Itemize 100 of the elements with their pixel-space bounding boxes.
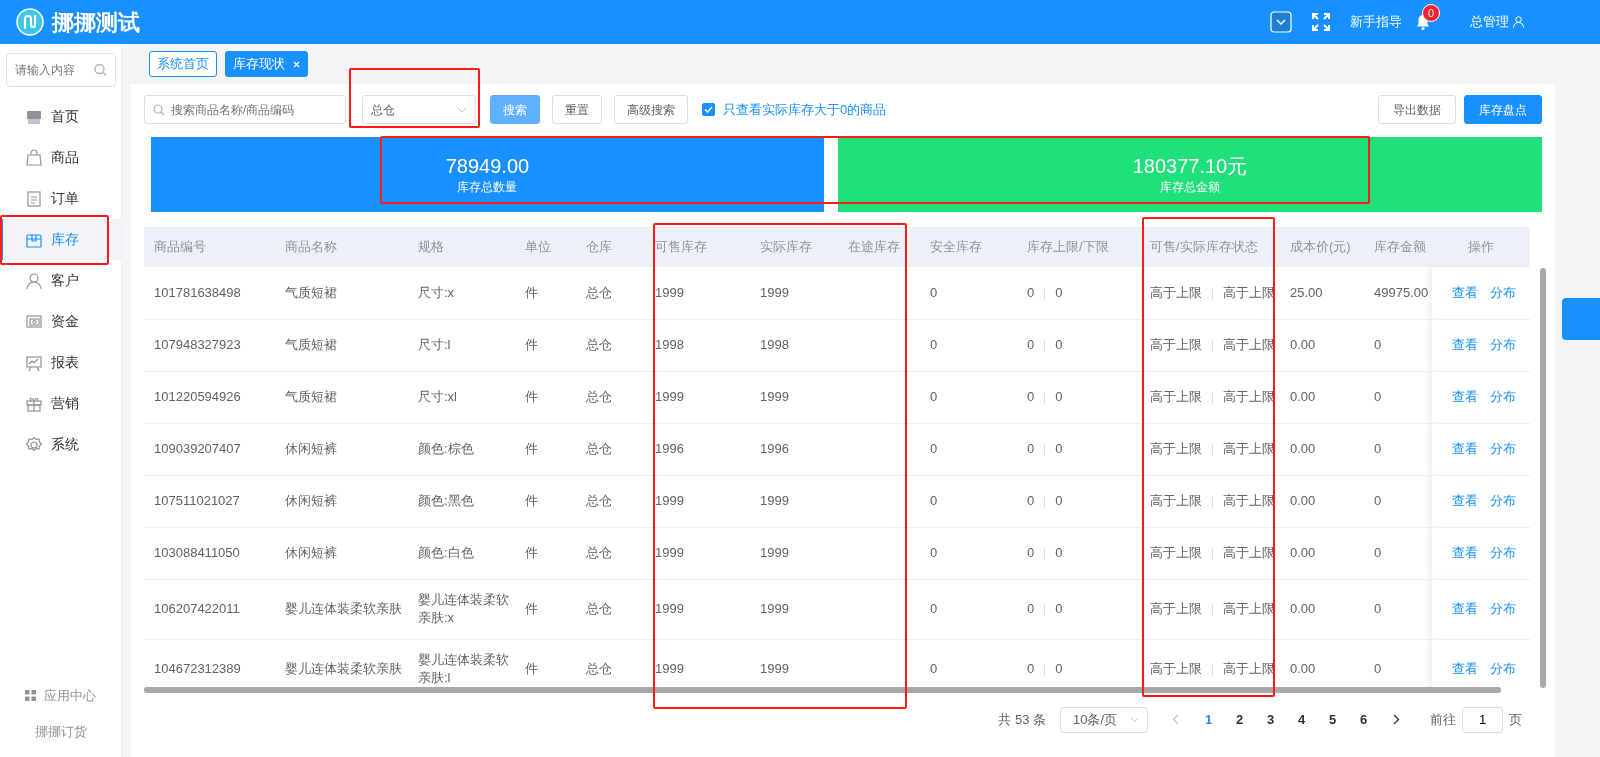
table-cell: 1999 [750, 527, 838, 579]
table-cell: 1996 [645, 423, 750, 475]
goto-suffix: 页 [1509, 710, 1522, 729]
page-number[interactable]: 3 [1255, 709, 1286, 730]
page-number[interactable]: 1 [1193, 709, 1224, 730]
status-text: 高于上限 [1223, 285, 1275, 300]
table-cell: 0.00 [1280, 527, 1364, 579]
search-field[interactable]: 请输入内容 [6, 53, 116, 87]
action-link[interactable]: 查看 [1452, 545, 1478, 561]
search-field[interactable]: 搜索商品名称/商品编码 [144, 95, 346, 124]
table-cell: 休闲短裤 [275, 475, 408, 527]
action-link[interactable]: 分布 [1490, 493, 1516, 509]
notification-badge: 0 [1422, 4, 1441, 22]
table-cell: 109039207407 [144, 423, 275, 475]
column-header: 仓库 [576, 227, 645, 267]
action-link[interactable]: 分布 [1490, 389, 1516, 405]
table-cell: 0 [1027, 441, 1035, 457]
side-handle[interactable] [1562, 298, 1600, 340]
dropdown-icon[interactable] [1270, 11, 1292, 33]
checkbox[interactable] [702, 103, 715, 116]
table-cell: 总仓 [576, 371, 645, 423]
status-text: 高于上限 [1150, 545, 1202, 561]
page-number[interactable]: 5 [1317, 709, 1348, 730]
next-page-icon[interactable] [1393, 714, 1400, 725]
table-cell: 0 [920, 579, 1017, 639]
table-cell: 0 [1027, 661, 1035, 676]
action-link[interactable]: 分布 [1490, 545, 1516, 561]
status-text: 高于上限 [1223, 661, 1275, 676]
column-header: 单位 [515, 227, 576, 267]
horizontal-scrollbar[interactable] [144, 687, 1501, 693]
table-cell: 1998 [750, 319, 838, 371]
table-cell: 颜色:棕色 [408, 423, 515, 475]
table-cell: 103088411050 [144, 527, 275, 579]
total-count: 共 53 条 [998, 710, 1046, 729]
page-input[interactable]: 1 [1462, 706, 1503, 733]
sidebar-item[interactable]: 商品 [0, 137, 121, 178]
filter-label[interactable]: 只查看实际库存大于0的商品 [723, 99, 887, 120]
table-cell: 总仓 [576, 267, 645, 319]
action-link[interactable]: 查看 [1452, 285, 1478, 300]
toolbar-button[interactable]: 重置 [552, 95, 602, 124]
page-size-select[interactable]: 10条/页 [1060, 706, 1148, 733]
table-cell: 总仓 [576, 475, 645, 527]
sidebar-item[interactable]: 报表 [0, 342, 121, 383]
action-link[interactable]: 查看 [1452, 661, 1478, 676]
table-cell: 颜色:白色 [408, 527, 515, 579]
table-cell: 0 [1055, 493, 1063, 509]
sidebar-item[interactable]: 客户 [0, 260, 121, 301]
toolbar-button[interactable]: 高级搜索 [614, 95, 688, 124]
sidebar-item[interactable]: 订单 [0, 178, 121, 219]
page-number[interactable]: 4 [1286, 709, 1317, 730]
action-link[interactable]: 分布 [1490, 661, 1516, 676]
table-cell: 0 [920, 423, 1017, 475]
footer-link[interactable]: 挪挪订货 [0, 721, 121, 741]
action-link[interactable]: 分布 [1490, 285, 1516, 300]
user-icon [1513, 16, 1524, 28]
status-text: 高于上限 [1223, 601, 1275, 616]
shopping-bag-icon [25, 148, 43, 167]
column-header: 库存上限/下限 [1017, 227, 1140, 267]
action-link[interactable]: 查看 [1452, 441, 1478, 457]
vertical-scrollbar[interactable] [1540, 268, 1546, 688]
sidebar-item[interactable]: 首页 [0, 96, 121, 137]
user-name[interactable]: 总管理 [1470, 12, 1509, 32]
close-icon[interactable] [293, 60, 300, 68]
action-link[interactable]: 查看 [1452, 389, 1478, 405]
fullscreen-icon[interactable] [1312, 13, 1330, 31]
status-text: 高于上限 [1223, 441, 1275, 457]
summary-value: 78949.00 [445, 153, 530, 178]
table-cell: 件 [515, 579, 576, 639]
action-link[interactable]: 分布 [1490, 441, 1516, 457]
table-cell: 1996 [750, 423, 838, 475]
action-link[interactable]: 分布 [1490, 337, 1516, 353]
page-number[interactable]: 6 [1348, 709, 1379, 730]
app-center-link[interactable]: 应用中心 [44, 686, 96, 706]
action-link[interactable]: 查看 [1452, 601, 1478, 616]
action-link[interactable]: 分布 [1490, 601, 1516, 616]
action-link[interactable]: 查看 [1452, 493, 1478, 509]
tab[interactable]: 系统首页 [149, 51, 217, 77]
status-text: 高于上限 [1150, 337, 1202, 353]
status-text: 高于上限 [1223, 389, 1275, 405]
toolbar-button[interactable]: 导出数据 [1378, 95, 1456, 124]
table-cell: 件 [515, 527, 576, 579]
table-cell: 总仓 [576, 423, 645, 475]
sidebar-item[interactable]: 库存 [0, 219, 121, 260]
table-cell: 1999 [750, 475, 838, 527]
table-cell: 尺寸:xl [408, 371, 515, 423]
guide-link[interactable]: 新手指导 [1350, 12, 1402, 32]
sidebar-item[interactable]: 资金 [0, 301, 121, 342]
toolbar-button[interactable]: 搜索 [490, 95, 540, 124]
warehouse-select[interactable]: 总仓 [362, 95, 476, 124]
toolbar-button[interactable]: 库存盘点 [1464, 95, 1542, 124]
previous-page-icon[interactable] [1172, 714, 1179, 725]
table-cell: 0 [1027, 337, 1035, 353]
page-number[interactable]: 2 [1224, 709, 1255, 730]
table-cell: 107948327923 [144, 319, 275, 371]
action-link[interactable]: 查看 [1452, 337, 1478, 353]
sidebar-item[interactable]: 营销 [0, 383, 121, 424]
sidebar-item[interactable]: 系统 [0, 424, 121, 465]
table-cell: 0 [1055, 545, 1063, 561]
tab[interactable]: 库存现状 [225, 51, 308, 77]
status-text: 高于上限 [1223, 545, 1275, 561]
